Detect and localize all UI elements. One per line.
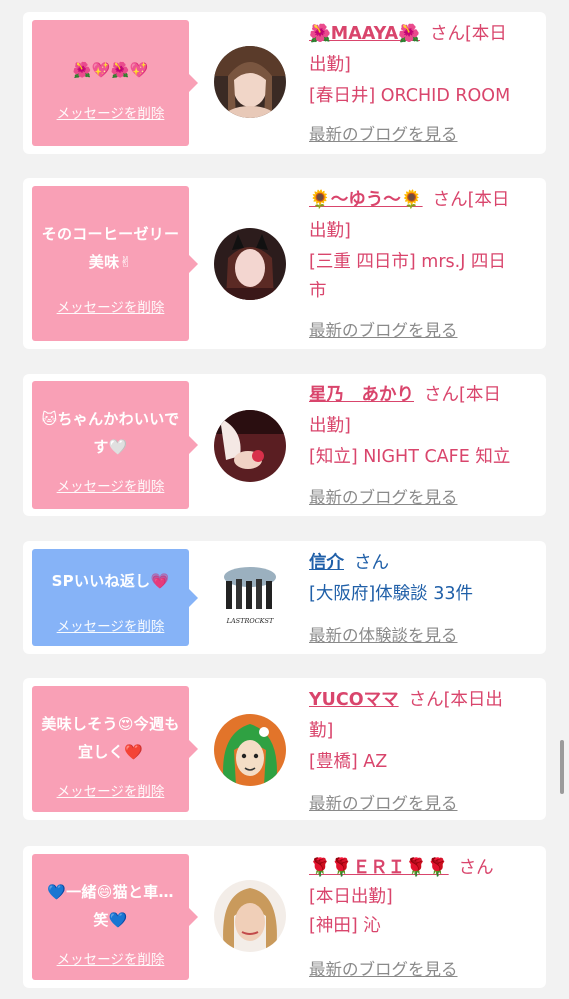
scrollbar[interactable]	[560, 740, 564, 794]
latest-blog-link[interactable]: 最新のブログを見る	[309, 956, 458, 980]
user-name-link[interactable]: 🌻〜ゆう〜🌻	[309, 190, 423, 210]
user-suffix: さん[本日出	[408, 690, 503, 710]
user-suffix: さん[本日	[429, 24, 507, 44]
work-status: 出勤]	[309, 221, 351, 241]
avatar[interactable]	[214, 410, 286, 482]
message-bubble: 💙一緒😄猫と車…笑💙 メッセージを削除	[32, 854, 198, 980]
message-text: そのコーヒーゼリー美味✌	[41, 225, 180, 271]
message-bubble: 美味しそう😍今週も宜しく❤️ メッセージを削除	[32, 686, 198, 812]
shop-info: [三重 四日市] mrs.J 四日	[309, 252, 506, 272]
work-status: 出勤]	[309, 55, 351, 75]
work-status: [本日出勤]	[309, 887, 393, 907]
user-suffix: さん[本日	[432, 190, 510, 210]
user-info: YUCOママ さん[本日出 勤] [豊橋] AZ	[309, 686, 536, 777]
message-text: 美味しそう😍今週も宜しく❤️	[41, 715, 180, 761]
user-name-link[interactable]: YUCOママ	[309, 690, 399, 710]
shop-info: [神田] 沁	[309, 916, 381, 936]
latest-blog-link[interactable]: 最新のブログを見る	[309, 317, 458, 341]
review-info: [大阪府]体験談 33件	[309, 584, 473, 604]
message-bubble: 🌺💖🌺💖 メッセージを削除	[32, 20, 198, 146]
message-card: 🌺💖🌺💖 メッセージを削除 🌺MAAYA🌺 さん[本日 出勤] [春日井] ORC…	[23, 12, 546, 154]
delete-message-link[interactable]: メッセージを削除	[32, 296, 189, 316]
avatar[interactable]	[214, 46, 286, 118]
shop-info-cont: 市	[309, 281, 327, 301]
shop-info: [春日井] ORCHID ROOM	[309, 86, 511, 106]
delete-message-link[interactable]: メッセージを削除	[32, 615, 189, 635]
user-name-link[interactable]: 星乃 あかり	[309, 385, 414, 405]
avatar-illustration-green-hair-icon	[214, 714, 286, 786]
message-bubble: 🐱ちゃんかわいいです🤍 メッセージを削除	[32, 381, 198, 509]
message-text: 🐱ちゃんかわいいです🤍	[41, 410, 180, 456]
shop-info: [豊橋] AZ	[309, 752, 388, 772]
avatar-caption: LASTROCKST	[226, 617, 274, 625]
delete-message-link[interactable]: メッセージを削除	[32, 948, 189, 968]
user-info: 🌹🌹ＥＲＩ🌹🌹 さん [本日出勤] [神田] 沁	[309, 854, 536, 941]
message-card: SPいいね返し💗 メッセージを削除 LASTROCKST 信介 さん [大阪府]体…	[23, 541, 546, 654]
delete-message-link[interactable]: メッセージを削除	[32, 475, 189, 495]
avatar-photo-cat-ears-icon	[214, 228, 286, 300]
work-status: 出勤]	[309, 416, 351, 436]
shop-info: [知立] NIGHT CAFE 知立	[309, 447, 511, 467]
delete-message-link[interactable]: メッセージを削除	[32, 780, 189, 800]
avatar[interactable]	[214, 880, 286, 952]
message-bubble: SPいいね返し💗 メッセージを削除	[32, 549, 198, 646]
avatar[interactable]: LASTROCKST	[214, 561, 286, 633]
avatar[interactable]	[214, 228, 286, 300]
message-card: 美味しそう😍今週も宜しく❤️ メッセージを削除 YUCOママ さん[本日出 勤] …	[23, 678, 546, 820]
message-bubble: そのコーヒーゼリー美味✌ メッセージを削除	[32, 186, 198, 341]
user-suffix: さん	[458, 858, 494, 878]
latest-blog-link[interactable]: 最新のブログを見る	[309, 121, 458, 145]
user-info: 🌻〜ゆう〜🌻 さん[本日 出勤] [三重 四日市] mrs.J 四日 市	[309, 186, 536, 306]
delete-message-link[interactable]: メッセージを削除	[32, 102, 189, 122]
avatar-photo-hands-icon	[214, 410, 286, 482]
avatar[interactable]	[214, 714, 286, 786]
avatar-photo-woman-icon	[214, 46, 286, 118]
avatar-photo-blonde-icon	[214, 880, 286, 952]
message-text: SPいいね返し💗	[51, 572, 170, 590]
message-text: 🌺💖🌺💖	[72, 61, 149, 79]
message-card: 💙一緒😄猫と車…笑💙 メッセージを削除 🌹🌹ＥＲＩ🌹🌹 さん [本日出勤] [神田…	[23, 846, 546, 988]
user-name-link[interactable]: 🌹🌹ＥＲＩ🌹🌹	[309, 858, 449, 878]
user-info: 星乃 あかり さん[本日 出勤] [知立] NIGHT CAFE 知立	[309, 381, 536, 472]
avatar-band-logo-icon: LASTROCKST	[214, 561, 286, 633]
message-card: 🐱ちゃんかわいいです🤍 メッセージを削除 星乃 あかり さん[本日 出勤] [知立…	[23, 374, 546, 516]
user-suffix: さん	[354, 553, 389, 573]
latest-blog-link[interactable]: 最新のブログを見る	[309, 790, 458, 814]
user-suffix: さん[本日	[424, 385, 501, 405]
work-status: 勤]	[309, 721, 334, 741]
user-info: 🌺MAAYA🌺 さん[本日 出勤] [春日井] ORCHID ROOM	[309, 20, 536, 111]
user-name-link[interactable]: 信介	[309, 553, 344, 573]
latest-review-link[interactable]: 最新の体験談を見る	[309, 622, 458, 646]
message-card: そのコーヒーゼリー美味✌ メッセージを削除 🌻〜ゆう〜🌻 さん[本日 出勤] [三…	[23, 178, 546, 349]
message-text: 💙一緒😄猫と車…笑💙	[47, 883, 174, 929]
user-info: 信介 さん [大阪府]体験談 33件	[309, 549, 536, 609]
latest-blog-link[interactable]: 最新のブログを見る	[309, 484, 458, 508]
user-name-link[interactable]: 🌺MAAYA🌺	[309, 24, 420, 44]
